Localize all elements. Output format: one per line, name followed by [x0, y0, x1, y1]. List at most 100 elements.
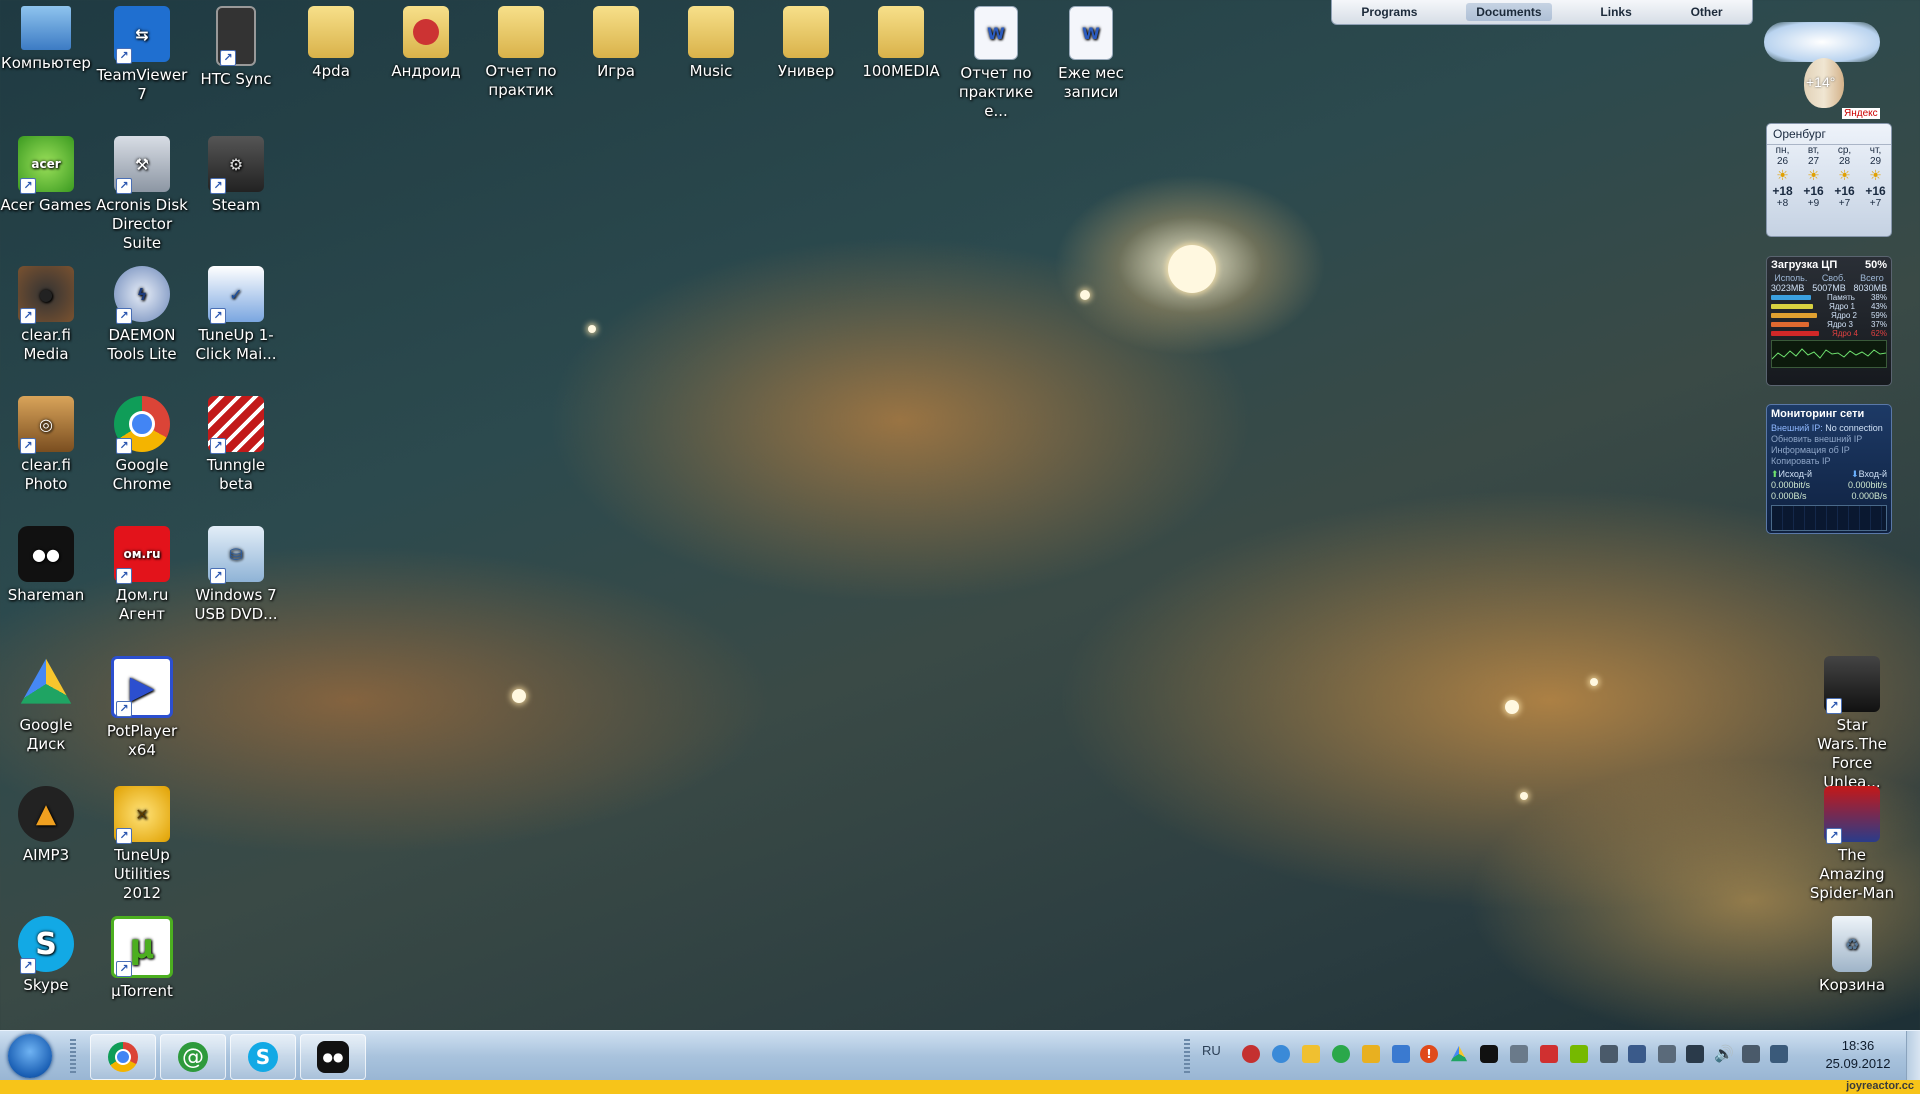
forecast-date: 28 — [1838, 156, 1851, 167]
desktop-icon-tunngle[interactable]: ↗ Tunngle beta — [190, 396, 282, 494]
forecast-day: вт, — [1807, 145, 1820, 156]
weather-balloon-widget[interactable]: +14° Яндекс — [1764, 12, 1880, 122]
desktop-icon-computer[interactable]: Компьютер — [0, 6, 92, 73]
desktop-icon-win7usb[interactable]: ⛁ ↗ Windows 7 USB DVD... — [190, 526, 282, 624]
tuneup-tray-icon[interactable] — [1362, 1045, 1380, 1063]
weather-gadget[interactable]: Оренбург пн, вт, ср, чт, 26 27 28 29 ☀ ☀… — [1766, 123, 1892, 237]
flag-tray-icon[interactable] — [1540, 1045, 1558, 1063]
desktop-icon-tuneup-2012[interactable]: ✕ ↗ TuneUp Utilities 2012 — [96, 786, 188, 903]
taskbar-skype-button[interactable]: S — [230, 1034, 296, 1080]
desktop-icon-google-disk[interactable]: Google Диск — [0, 656, 92, 754]
update-tray-icon[interactable] — [1392, 1045, 1410, 1063]
desktop-icon-domru[interactable]: ом.ru ↗ Дом.ru Агент — [96, 526, 188, 624]
desktop-icon-steam[interactable]: ⚙ ↗ Steam — [190, 136, 282, 215]
quick-launch-toolbar: Programs Documents Links Other — [1331, 0, 1753, 25]
folder-icon — [403, 6, 449, 58]
shortcut-arrow-icon: ↗ — [116, 48, 132, 64]
desktop-icon-clearfi-photo[interactable]: ◎ ↗ clear.fi Photo — [0, 396, 92, 494]
teamviewer-icon: ⇆ ↗ — [114, 6, 170, 64]
desktop-icon-android[interactable]: Андроид — [380, 6, 472, 81]
volume-tray-icon[interactable]: 🔊 — [1714, 1045, 1734, 1063]
desktop-icon-daemon[interactable]: ϟ ↗ DAEMON Tools Lite — [96, 266, 188, 364]
col-total-label: Всего — [1860, 273, 1884, 283]
col-used-label: Исполь. — [1774, 273, 1808, 283]
desktop-icon-recycle-bin[interactable]: ♻ Корзина — [1806, 916, 1898, 995]
desktop-icon-music[interactable]: Music — [665, 6, 757, 81]
toolbar-links[interactable]: Links — [1590, 3, 1641, 21]
bright-star — [1590, 678, 1598, 686]
chat-tray-icon[interactable] — [1332, 1045, 1350, 1063]
mem-used: 3023MB — [1770, 283, 1805, 293]
nvidia-tray-icon[interactable] — [1570, 1045, 1588, 1063]
usb-tray-icon[interactable] — [1510, 1045, 1528, 1063]
toolbar-programs[interactable]: Programs — [1351, 3, 1427, 21]
desktop-icon-tuneup-1click[interactable]: ✓ ↗ TuneUp 1-Click Mai... — [190, 266, 282, 364]
desktop-icon-htcsync[interactable]: ↗ HTC Sync — [190, 6, 282, 89]
language-indicator[interactable]: RU — [1202, 1043, 1221, 1058]
icon-label: PotPlayer x64 — [106, 722, 178, 759]
desktop-icon-shareman[interactable]: ●● Shareman — [0, 526, 92, 605]
icon-label: Компьютер — [1, 54, 91, 72]
desktop-icon-report2[interactable]: W Отчет по практике е... — [950, 6, 1042, 121]
desktop-icon-aimp[interactable]: ▲ AIMP3 — [0, 786, 92, 865]
col-free-label: Своб. — [1821, 273, 1846, 283]
out-bytes: 0.000B/s — [1771, 491, 1807, 501]
photo-icon: ◎ ↗ — [18, 396, 74, 454]
desktop-icon-report1[interactable]: Отчет по практик — [475, 6, 567, 100]
desktop-icon-clearfi-media[interactable]: ● ↗ clear.fi Media — [0, 266, 92, 364]
ip-info-link[interactable]: Информация об IP — [1771, 445, 1887, 456]
shareman-tray-icon[interactable] — [1480, 1045, 1498, 1063]
toolbar-documents[interactable]: Documents — [1466, 3, 1552, 21]
desktop-icon-utorrent[interactable]: µ ↗ µTorrent — [96, 916, 188, 1001]
row-label: Ядро 3 — [1826, 320, 1853, 329]
taskbar-clock[interactable]: 18:36 25.09.2012 — [1818, 1037, 1898, 1073]
desktop-icon-acer-games[interactable]: acer ↗ Acer Games — [0, 136, 92, 215]
desktop-icon-game[interactable]: Игра — [570, 6, 662, 81]
show-desktop-button[interactable] — [1906, 1031, 1920, 1080]
desktop-icon-spiderman[interactable]: ↗ The Amazing Spider-Man — [1806, 786, 1898, 903]
folder-tray-icon[interactable] — [1302, 1045, 1320, 1063]
device-tray-icon[interactable] — [1600, 1045, 1618, 1063]
alert-tray-icon[interactable]: ! — [1420, 1045, 1438, 1063]
toolbar-other[interactable]: Other — [1681, 3, 1733, 21]
taskbar-chrome-button[interactable] — [90, 1034, 156, 1080]
desktop-icon-star-wars[interactable]: ↗ Star Wars.The Force Unlea... — [1806, 656, 1898, 792]
folder-icon — [878, 6, 924, 58]
desktop-icon-skype[interactable]: S ↗ Skype — [0, 916, 92, 995]
desktop-icon-monthly[interactable]: W Еже мес записи — [1045, 6, 1137, 102]
start-button[interactable] — [8, 1034, 52, 1078]
card-reader-tray-icon[interactable] — [1658, 1045, 1676, 1063]
icon-label: Music — [689, 62, 733, 80]
shortcut-arrow-icon: ↗ — [210, 308, 226, 324]
webcam-tray-icon[interactable] — [1686, 1045, 1704, 1063]
row-label: Ядро 4 — [1831, 329, 1858, 338]
desktop-icon-acronis[interactable]: ⚒ ↗ Acronis Disk Director Suite — [96, 136, 188, 253]
desktop-icon-chrome[interactable]: ↗ Google Chrome — [96, 396, 188, 494]
network-monitor-gadget[interactable]: Мониторинг сети Внешний IP: No connectio… — [1766, 404, 1892, 534]
desktop-icon-4pda[interactable]: 4pda — [285, 6, 377, 81]
bright-star — [588, 325, 596, 333]
steam-icon: ⚙ ↗ — [208, 136, 264, 194]
desktop-icon-teamviewer[interactable]: ⇆ ↗ TeamViewer 7 — [96, 6, 188, 104]
network-connection-tray-icon[interactable] — [1770, 1045, 1788, 1063]
shortcut-arrow-icon: ↗ — [116, 828, 132, 844]
taskbar-mail-agent-button[interactable]: @ — [160, 1034, 226, 1080]
desktop-icon-potplayer[interactable]: ▶ ↗ PotPlayer x64 — [96, 656, 188, 760]
icon-label: Дом.ru Агент — [115, 586, 169, 623]
desktop-icon-univer[interactable]: Универ — [760, 6, 852, 81]
icon-label: Еже мес записи — [1058, 64, 1124, 101]
network-tray-icon[interactable] — [1272, 1045, 1290, 1063]
display-tray-icon[interactable] — [1628, 1045, 1646, 1063]
taskbar-shareman-button[interactable]: ●● — [300, 1034, 366, 1080]
folder-icon — [783, 6, 829, 58]
core1-bar — [1771, 304, 1813, 309]
refresh-ip-link[interactable]: Обновить внешний IP — [1771, 434, 1887, 445]
copy-ip-link[interactable]: Копировать IP — [1771, 456, 1887, 467]
antivirus-tray-icon[interactable] — [1242, 1045, 1260, 1063]
cpu-meter-gadget[interactable]: Загрузка ЦП 50% Исполь. Своб. Всего 3023… — [1766, 256, 1892, 386]
power-tray-icon[interactable] — [1742, 1045, 1760, 1063]
taskbar-grip[interactable] — [70, 1039, 76, 1073]
tray-grip[interactable] — [1184, 1039, 1190, 1073]
in-bits: 0.000bit/s — [1847, 480, 1887, 490]
desktop-icon-100media[interactable]: 100MEDIA — [855, 6, 947, 81]
